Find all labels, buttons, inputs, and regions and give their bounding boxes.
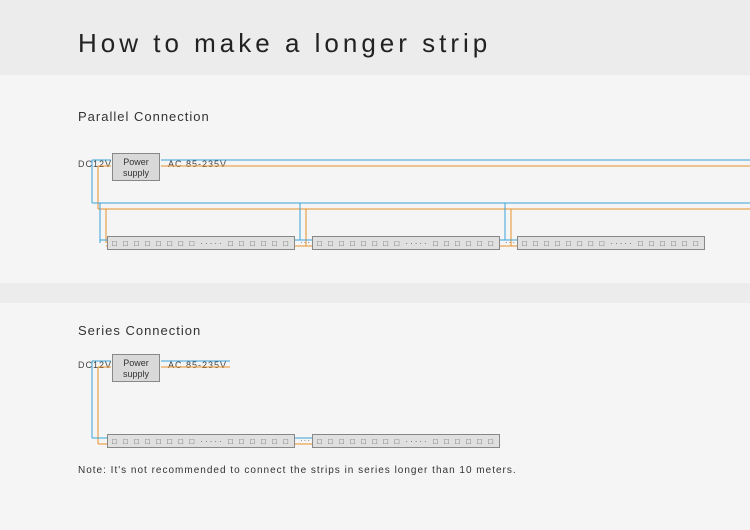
- series-section-label: Series Connection: [78, 323, 201, 338]
- parallel-strip-3: □ □ □ □ □ □ □ □ □ ····· □ □ □ □ □ □ □: [517, 236, 705, 250]
- series-note: Note: It's not recommended to connect th…: [78, 465, 517, 476]
- ac-label-series: AC 85-235V: [168, 360, 227, 370]
- dc-label-parallel: DC12V: [78, 159, 112, 169]
- page-title: How to make a longer strip: [78, 28, 491, 59]
- ellipsis-3: ···: [300, 436, 311, 445]
- ellipsis-2: ···: [505, 238, 516, 247]
- wiring-diagram: [0, 0, 750, 530]
- dc-label-series: DC12V: [78, 360, 112, 370]
- parallel-section-label: Parallel Connection: [78, 109, 210, 124]
- series-strip-1: □ □ □ □ □ □ □ □ □ ····· □ □ □ □ □ □ □: [107, 434, 295, 448]
- series-strip-2: □ □ □ □ □ □ □ □ □ ····· □ □ □ □ □ □ □: [312, 434, 500, 448]
- power-supply-series: Power supply: [112, 354, 160, 382]
- ac-label-parallel: AC 85-235V: [168, 159, 227, 169]
- ellipsis-1: ···: [300, 238, 311, 247]
- parallel-strip-1: □ □ □ □ □ □ □ □ □ ····· □ □ □ □ □ □ □: [107, 236, 295, 250]
- divider-band: [0, 283, 750, 303]
- power-supply-parallel: Power supply: [112, 153, 160, 181]
- parallel-strip-2: □ □ □ □ □ □ □ □ □ ····· □ □ □ □ □ □ □: [312, 236, 500, 250]
